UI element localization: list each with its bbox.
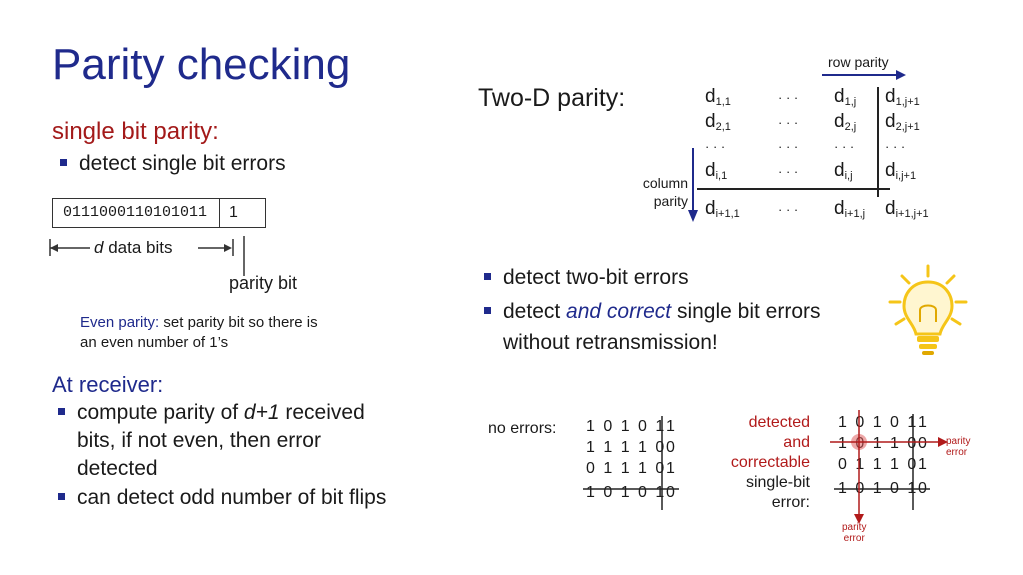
matrix-cell-base: d [705, 86, 716, 107]
matrix-cell-base: d [705, 198, 716, 219]
even-parity-text-1: set parity bit so there is [159, 314, 318, 331]
matrix-cell-sub: 1,j+1 [895, 96, 920, 108]
right-bullet-2-a: detect [503, 300, 567, 323]
matrix-cell-base: d [885, 160, 896, 181]
right-bullet-2-c: single bit errors [671, 300, 821, 323]
right-bullet-2: detect and correct single bit errors wit… [484, 296, 821, 358]
matrix-cell: · · · [885, 139, 906, 154]
receiver-bullet-2: can detect odd number of bit flips [58, 484, 386, 512]
r1-text-b: d+1 [243, 401, 280, 424]
bullet-square-icon [58, 407, 65, 415]
err-label-5: error: [771, 494, 810, 511]
bit-box: 0111000110101011 1 [52, 198, 266, 228]
receiver-heading: At receiver: [52, 372, 164, 397]
row-parity-error-2: error [946, 447, 968, 458]
bullet-square-icon [484, 306, 491, 314]
matrix-cell: · · · [778, 115, 799, 130]
col-parity-error-1: parity [842, 522, 867, 533]
r1-line-2: bits, if not even, then error [77, 429, 321, 452]
bullet-square-icon [60, 158, 67, 166]
two-d-parity-label: Two-D parity: [478, 84, 626, 112]
col-parity-error-label: parity error [842, 522, 866, 544]
bullet-square-icon [58, 492, 65, 500]
err-label-1: detected [748, 414, 810, 431]
matrix-cell: d2,1 [705, 111, 731, 133]
matrix-cell-base: d [705, 111, 716, 132]
matrix-cell-base: d [885, 111, 896, 132]
matrix-cell-sub: i,j [844, 170, 853, 182]
r2-text: can detect odd number of bit flips [77, 486, 387, 509]
matrix-cell-base: d [834, 111, 845, 132]
receiver-bullet-1: compute parity of d+1 received bits, if … [58, 399, 365, 483]
r1-text-a: compute parity of [77, 401, 244, 424]
matrix-cell: d2,j+1 [885, 111, 920, 133]
bullet-square-icon [484, 272, 491, 280]
matrix-cell-base: d [705, 160, 716, 181]
err-label-4: single-bit [745, 474, 810, 491]
even-parity-label: Even parity: [80, 314, 160, 331]
page-title: Parity checking [52, 40, 351, 89]
parity-bit-value: 1 [229, 204, 238, 221]
right-bullet-2-line-2: without retransmission! [503, 331, 718, 354]
even-parity-text-2: an even number of 1’s [80, 334, 229, 351]
col-parity-error-2: error [843, 533, 865, 544]
matrix-cell-base: d [885, 198, 896, 219]
matrix-cell-sub: 2,j [844, 121, 857, 133]
matrix-cell: di,j [834, 160, 853, 182]
matrix-cell: · · · [705, 139, 726, 154]
no-errors-lines [583, 416, 679, 510]
right-bullet-2-b: and correct [566, 300, 672, 323]
matrix-cell: d2,j [834, 111, 856, 133]
matrix-cell: · · · [778, 202, 799, 217]
data-bits: 0111000110101011 [53, 199, 220, 227]
r1-text-c: received [279, 401, 365, 424]
matrix-cell: di+1,1 [705, 198, 740, 220]
matrix-cell-sub: i+1,1 [715, 208, 740, 220]
even-parity-note: Even parity: set parity bit so there is … [80, 313, 318, 353]
matrix-cell-sub: i,j+1 [895, 170, 917, 182]
matrix-cell-sub: 2,1 [715, 121, 731, 133]
matrix-cell: · · · [834, 139, 855, 154]
column-parity-label: column parity [632, 174, 688, 210]
matrix-cell-sub: 1,1 [715, 96, 731, 108]
error-label: detected and correctable single-bit erro… [700, 413, 810, 513]
matrix-cell: d1,1 [705, 86, 731, 108]
matrix-cell: d1,j+1 [885, 86, 920, 108]
matrix-cell-sub: i,1 [715, 170, 728, 182]
matrix-cell: di,j+1 [885, 160, 916, 182]
matrix-cell-sub: i+1,j [844, 208, 866, 220]
single-bit-heading: single bit parity: [52, 118, 219, 145]
row-parity-error-1: parity [946, 436, 971, 447]
r1-line-3: detected [77, 457, 158, 480]
column-parity-1: column [642, 175, 688, 191]
matrix-cell: di+1,j+1 [885, 198, 929, 220]
row-parity-arrow [822, 70, 906, 80]
d-data-bits-label: d data bits [94, 238, 172, 258]
no-errors-label: no errors: [488, 420, 557, 437]
matrix-cell-sub: 1,j [844, 96, 857, 108]
data-bits-text: data bits [103, 238, 173, 257]
matrix-cell-base: d [834, 160, 845, 181]
matrix-cell: · · · [778, 90, 799, 105]
err-label-3: correctable [730, 454, 810, 471]
light-bulb-icon [888, 264, 968, 355]
matrix-cell: di,1 [705, 160, 727, 182]
parity-bit-label: parity bit [229, 273, 298, 293]
matrix-cell-base: d [885, 86, 896, 107]
matrix-cell-base: d [834, 86, 845, 107]
err-label-2: and [783, 434, 810, 451]
matrix-cell-base: d [834, 198, 845, 219]
bullet-text: detect single bit errors [79, 152, 286, 175]
matrix-cell: · · · [778, 164, 799, 179]
bullet-detect-single: detect single bit errors [60, 150, 286, 178]
right-bullet-1: detect two-bit errors [484, 264, 689, 292]
matrix-cell: di+1,j [834, 198, 865, 220]
matrix-cell-sub: i+1,j+1 [895, 208, 929, 220]
matrix-cell-sub: 2,j+1 [895, 121, 920, 133]
right-bullet-1-text: detect two-bit errors [503, 266, 689, 289]
matrix-cell: · · · [778, 139, 799, 154]
row-parity-error-label: parity error [946, 436, 970, 458]
column-parity-2: parity [653, 193, 688, 209]
matrix-cell: d1,j [834, 86, 856, 108]
